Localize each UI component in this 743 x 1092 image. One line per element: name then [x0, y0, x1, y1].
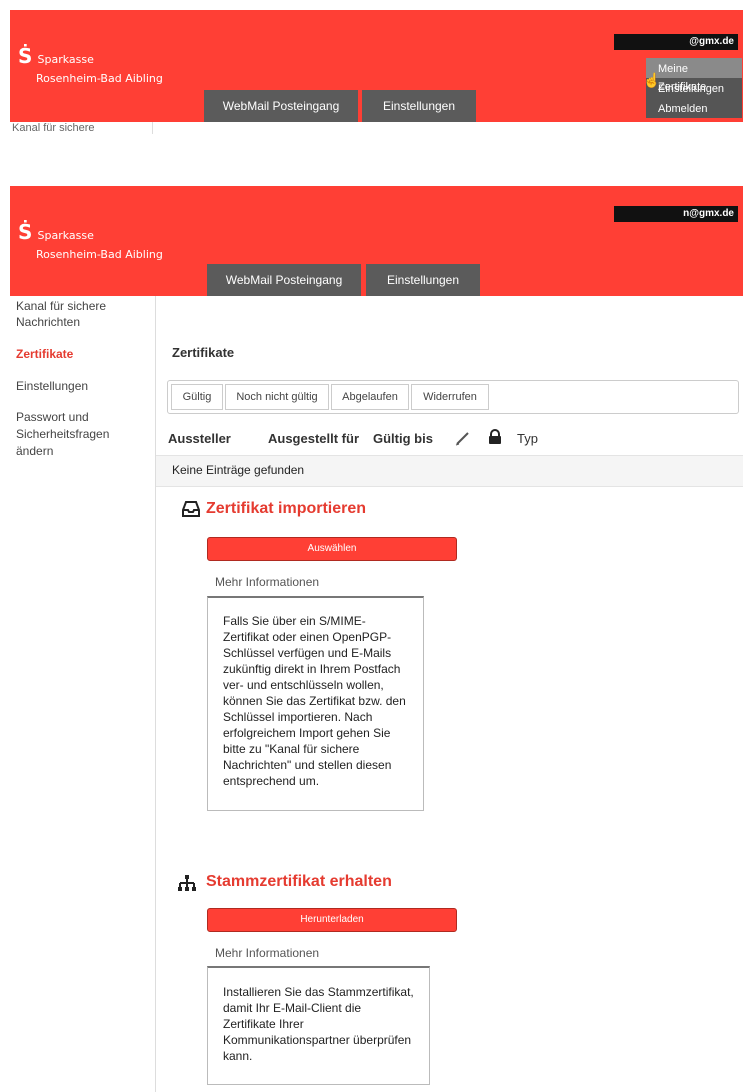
hand-cursor-icon: ☝	[643, 72, 661, 88]
tab-settings[interactable]: Einstellungen	[362, 90, 476, 122]
network-tree-icon	[177, 874, 197, 897]
filter-bar: Gültig Noch nicht gültig Abgelaufen Wide…	[167, 380, 739, 414]
user-email[interactable]: @gmx.de	[614, 34, 738, 50]
sidebar-item-secure-channel[interactable]: Kanal für sichere Nachrichten	[16, 298, 144, 330]
sparkasse-s-icon: Ṡ	[18, 220, 33, 244]
import-info-box: Falls Sie über ein S/MIME-Zertifikat ode…	[207, 596, 424, 811]
sidebar-item-settings[interactable]: Einstellungen	[16, 378, 144, 394]
filter-valid[interactable]: Gültig	[171, 384, 223, 410]
signature-pen-icon[interactable]	[455, 430, 471, 451]
tab-settings[interactable]: Einstellungen	[366, 264, 480, 296]
logo-line1: Sparkasse	[37, 53, 94, 66]
import-info-text: Falls Sie über ein S/MIME-Zertifikat ode…	[223, 614, 406, 788]
menu-item-logout[interactable]: Abmelden	[646, 98, 742, 118]
empty-table-row: Keine Einträge gefunden	[156, 455, 743, 487]
column-issuer[interactable]: Aussteller	[168, 431, 231, 446]
inbox-tray-icon	[181, 500, 201, 523]
root-info-box: Installieren Sie das Stammzertifikat, da…	[207, 966, 430, 1085]
sidebar-partial: Kanal für sichere	[12, 122, 153, 134]
sidebar: Kanal für sichere Nachrichten Zertifikat…	[16, 298, 144, 460]
import-more-info-toggle[interactable]: Mehr Informationen	[215, 575, 319, 589]
user-email[interactable]: n@gmx.de	[614, 206, 738, 222]
column-issued-for[interactable]: Ausgestellt für	[268, 431, 359, 446]
download-button[interactable]: Herunterladen	[207, 908, 457, 932]
sidebar-divider	[155, 296, 156, 1092]
root-certificate-title: Stammzertifikat erhalten	[206, 873, 392, 890]
sparkasse-logo[interactable]: Ṡ Sparkasse Rosenheim-Bad Aibling	[18, 46, 163, 86]
root-more-info-toggle[interactable]: Mehr Informationen	[215, 946, 319, 960]
page-title: Zertifikate	[172, 345, 235, 360]
import-section-title: Zertifikat importieren	[206, 500, 367, 517]
logo-line1: Sparkasse	[37, 229, 94, 242]
empty-text: Keine Einträge gefunden	[172, 463, 305, 477]
sidebar-partial-label: Kanal für sichere	[12, 122, 95, 134]
logo-line2: Rosenheim-Bad Aibling	[36, 72, 163, 85]
filter-not-yet-valid[interactable]: Noch nicht gültig	[225, 384, 329, 410]
logo-line2: Rosenheim-Bad Aibling	[36, 248, 163, 261]
top-header: Ṡ Sparkasse Rosenheim-Bad Aibling WebMai…	[10, 10, 743, 122]
main-header: Ṡ Sparkasse Rosenheim-Bad Aibling WebMai…	[10, 186, 743, 296]
select-file-button[interactable]: Auswählen	[207, 537, 457, 561]
column-type[interactable]: Typ	[517, 431, 538, 446]
sidebar-item-certificates[interactable]: Zertifikate	[16, 346, 144, 362]
tab-webmail[interactable]: WebMail Posteingang	[207, 264, 361, 296]
filter-revoked[interactable]: Widerrufen	[411, 384, 489, 410]
sparkasse-logo[interactable]: Ṡ Sparkasse Rosenheim-Bad Aibling	[18, 222, 163, 262]
tab-webmail[interactable]: WebMail Posteingang	[204, 90, 358, 122]
lock-icon[interactable]	[488, 429, 502, 450]
root-info-text: Installieren Sie das Stammzertifikat, da…	[223, 985, 414, 1063]
sparkasse-s-icon: Ṡ	[18, 44, 33, 68]
sidebar-item-password[interactable]: Passwort und Sicherheitsfragen ändern	[16, 409, 144, 460]
filter-expired[interactable]: Abgelaufen	[331, 384, 409, 410]
column-valid-until[interactable]: Gültig bis	[373, 431, 433, 446]
